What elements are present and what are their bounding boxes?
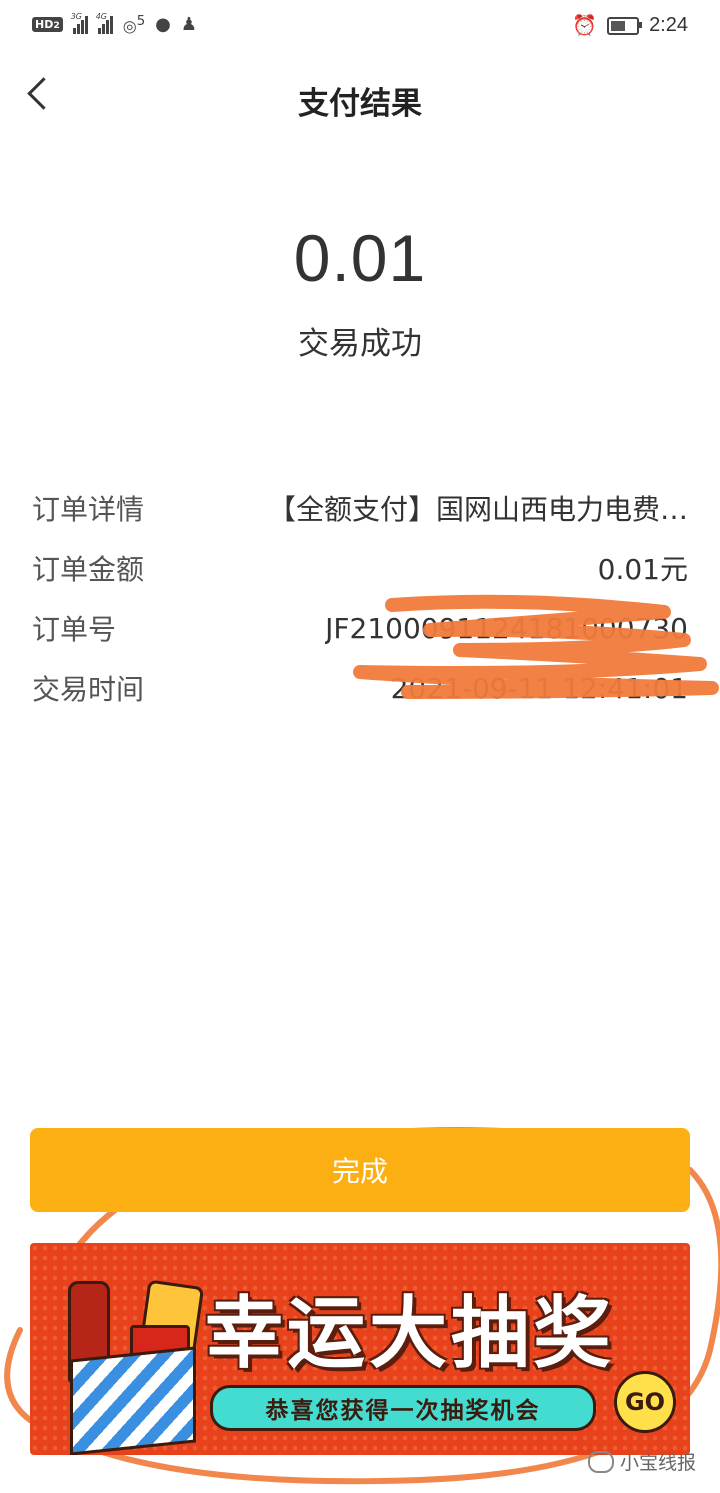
detail-label: 交易时间 xyxy=(32,673,145,706)
done-button[interactable]: 完成 xyxy=(30,1128,690,1212)
banner-title: 幸运大抽奖 xyxy=(205,1289,616,1379)
watermark-text: 小宝线报 xyxy=(619,1452,696,1474)
detail-label: 订单号 xyxy=(32,613,117,646)
wechat-icon xyxy=(587,1450,614,1473)
detail-value: 0.01元 xyxy=(597,553,688,586)
lottery-banner[interactable]: 幸运大抽奖 恭喜您获得一次抽奖机会 GO xyxy=(30,1243,690,1455)
gift-box-icon xyxy=(70,1346,196,1455)
banner-subtitle: 恭喜您获得一次抽奖机会 xyxy=(210,1385,596,1431)
page-title: 支付结果 xyxy=(298,86,422,122)
payment-status: 交易成功 xyxy=(298,326,422,362)
qq-icon: ♟ xyxy=(180,14,198,36)
wechat-icon: ● xyxy=(155,14,171,36)
detail-row-order-number: 订单号 JF2100091124181000730 xyxy=(32,598,688,658)
hotspot-icon: ◎5 xyxy=(122,14,146,36)
detail-row-transaction-time: 交易时间 2021-09-11 12:41:01 xyxy=(32,658,688,718)
battery-icon xyxy=(607,16,643,35)
detail-value: JF2100091124181000730 xyxy=(325,611,688,645)
status-left: HD2 3G 4G ◎5 ● ♟ xyxy=(32,12,198,36)
detail-value: 2021-09-11 12:41:01 xyxy=(390,671,688,705)
payment-amount: 0.01 xyxy=(293,221,427,295)
detail-label: 订单金额 xyxy=(32,553,145,586)
status-time: 2:24 xyxy=(649,14,688,36)
go-button[interactable]: GO xyxy=(614,1371,676,1433)
status-right: ⏰ 2:24 xyxy=(572,13,688,38)
signal-icon: 3G xyxy=(71,12,88,34)
hd-icon: HD2 xyxy=(32,17,63,33)
alarm-icon: ⏰ xyxy=(572,15,598,37)
status-bar: HD2 3G 4G ◎5 ● ♟ ⏰ 2:24 xyxy=(0,0,720,54)
detail-row-order-amount: 订单金额 0.01元 xyxy=(32,538,688,598)
signal-icon: 4G xyxy=(96,12,113,34)
nav-bar: 支付结果 xyxy=(0,60,720,136)
watermark: 小宝线报 xyxy=(587,1448,696,1475)
detail-value: 【全额支付】国网山西电力电费… xyxy=(267,493,688,526)
order-details: 订单详情 【全额支付】国网山西电力电费… 订单金额 0.01元 订单号 JF21… xyxy=(32,478,688,718)
detail-row-order-info: 订单详情 【全额支付】国网山西电力电费… xyxy=(32,478,688,538)
detail-label: 订单详情 xyxy=(32,493,145,526)
